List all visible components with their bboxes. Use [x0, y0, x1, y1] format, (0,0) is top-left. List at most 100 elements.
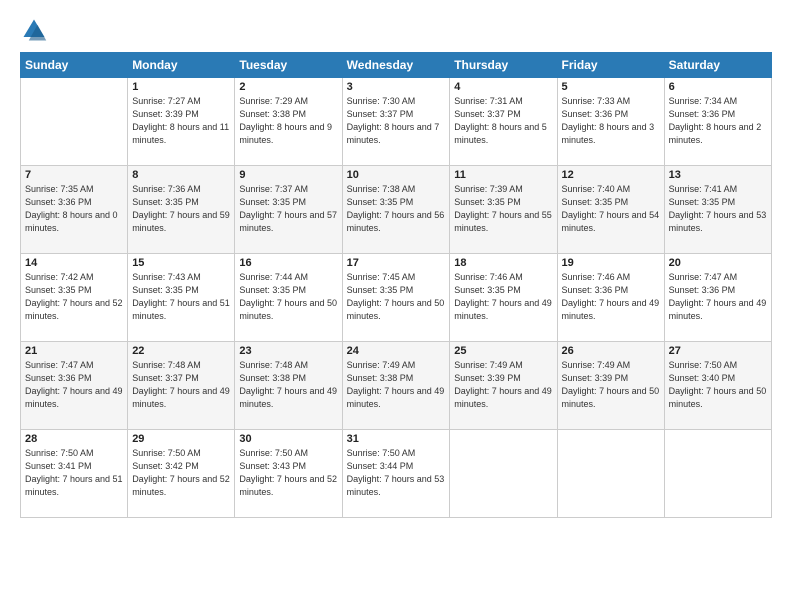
cell-info: Sunrise: 7:35 AMSunset: 3:36 PMDaylight:…	[25, 183, 123, 235]
calendar-cell: 13 Sunrise: 7:41 AMSunset: 3:35 PMDayligh…	[664, 166, 771, 254]
day-number: 21	[25, 345, 123, 357]
cell-info: Sunrise: 7:46 AMSunset: 3:36 PMDaylight:…	[562, 271, 660, 323]
day-number: 28	[25, 433, 123, 445]
cell-info: Sunrise: 7:30 AMSunset: 3:37 PMDaylight:…	[347, 95, 446, 147]
calendar-cell	[450, 430, 557, 518]
day-number: 17	[347, 257, 446, 269]
calendar-cell: 24 Sunrise: 7:49 AMSunset: 3:38 PMDayligh…	[342, 342, 450, 430]
cell-info: Sunrise: 7:41 AMSunset: 3:35 PMDaylight:…	[669, 183, 767, 235]
calendar-cell: 30Sunrise: 7:50 AMSunset: 3:43 PMDayligh…	[235, 430, 342, 518]
cell-info: Sunrise: 7:49 AMSunset: 3:39 PMDaylight:…	[454, 359, 552, 411]
day-number: 12	[562, 169, 660, 181]
day-number: 23	[239, 345, 337, 357]
weekday-header-row: SundayMondayTuesdayWednesdayThursdayFrid…	[21, 53, 772, 78]
calendar-cell: 10 Sunrise: 7:38 AMSunset: 3:35 PMDayligh…	[342, 166, 450, 254]
cell-info: Sunrise: 7:50 AMSunset: 3:40 PMDaylight:…	[669, 359, 767, 411]
weekday-header-wednesday: Wednesday	[342, 53, 450, 78]
day-number: 29	[132, 433, 230, 445]
day-number: 11	[454, 169, 552, 181]
page: SundayMondayTuesdayWednesdayThursdayFrid…	[0, 0, 792, 612]
weekday-header-sunday: Sunday	[21, 53, 128, 78]
day-number: 25	[454, 345, 552, 357]
logo	[20, 16, 52, 44]
calendar-cell: 11 Sunrise: 7:39 AMSunset: 3:35 PMDayligh…	[450, 166, 557, 254]
header	[20, 16, 772, 44]
calendar-cell: 19 Sunrise: 7:46 AMSunset: 3:36 PMDayligh…	[557, 254, 664, 342]
calendar-cell: 6Sunrise: 7:34 AMSunset: 3:36 PMDaylight…	[664, 78, 771, 166]
calendar-cell: 27 Sunrise: 7:50 AMSunset: 3:40 PMDayligh…	[664, 342, 771, 430]
weekday-header-thursday: Thursday	[450, 53, 557, 78]
cell-info: Sunrise: 7:48 AMSunset: 3:38 PMDaylight:…	[239, 359, 337, 411]
calendar-week-2: 7 Sunrise: 7:35 AMSunset: 3:36 PMDaylight…	[21, 166, 772, 254]
calendar-cell: 14Sunrise: 7:42 AMSunset: 3:35 PMDayligh…	[21, 254, 128, 342]
cell-info: Sunrise: 7:45 AMSunset: 3:35 PMDaylight:…	[347, 271, 446, 323]
weekday-header-monday: Monday	[128, 53, 235, 78]
cell-info: Sunrise: 7:50 AMSunset: 3:42 PMDaylight:…	[132, 447, 230, 499]
calendar-table: SundayMondayTuesdayWednesdayThursdayFrid…	[20, 52, 772, 518]
cell-info: Sunrise: 7:47 AMSunset: 3:36 PMDaylight:…	[669, 271, 767, 323]
day-number: 2	[239, 81, 337, 93]
cell-info: Sunrise: 7:43 AMSunset: 3:35 PMDaylight:…	[132, 271, 230, 323]
calendar-cell: 20Sunrise: 7:47 AMSunset: 3:36 PMDayligh…	[664, 254, 771, 342]
calendar-cell: 23 Sunrise: 7:48 AMSunset: 3:38 PMDayligh…	[235, 342, 342, 430]
cell-info: Sunrise: 7:36 AMSunset: 3:35 PMDaylight:…	[132, 183, 230, 235]
calendar-cell: 28 Sunrise: 7:50 AMSunset: 3:41 PMDayligh…	[21, 430, 128, 518]
calendar-cell: 2 Sunrise: 7:29 AMSunset: 3:38 PMDaylight…	[235, 78, 342, 166]
cell-info: Sunrise: 7:31 AMSunset: 3:37 PMDaylight:…	[454, 95, 552, 147]
cell-info: Sunrise: 7:39 AMSunset: 3:35 PMDaylight:…	[454, 183, 552, 235]
cell-info: Sunrise: 7:29 AMSunset: 3:38 PMDaylight:…	[239, 95, 337, 147]
day-number: 24	[347, 345, 446, 357]
cell-info: Sunrise: 7:40 AMSunset: 3:35 PMDaylight:…	[562, 183, 660, 235]
cell-info: Sunrise: 7:49 AMSunset: 3:39 PMDaylight:…	[562, 359, 660, 411]
calendar-week-4: 21 Sunrise: 7:47 AMSunset: 3:36 PMDayligh…	[21, 342, 772, 430]
cell-info: Sunrise: 7:48 AMSunset: 3:37 PMDaylight:…	[132, 359, 230, 411]
day-number: 8	[132, 169, 230, 181]
day-number: 7	[25, 169, 123, 181]
calendar-cell: 25 Sunrise: 7:49 AMSunset: 3:39 PMDayligh…	[450, 342, 557, 430]
calendar-cell: 7 Sunrise: 7:35 AMSunset: 3:36 PMDaylight…	[21, 166, 128, 254]
day-number: 26	[562, 345, 660, 357]
cell-info: Sunrise: 7:33 AMSunset: 3:36 PMDaylight:…	[562, 95, 660, 147]
cell-info: Sunrise: 7:50 AMSunset: 3:41 PMDaylight:…	[25, 447, 123, 499]
cell-info: Sunrise: 7:50 AMSunset: 3:44 PMDaylight:…	[347, 447, 446, 499]
day-number: 15	[132, 257, 230, 269]
cell-info: Sunrise: 7:27 AMSunset: 3:39 PMDaylight:…	[132, 95, 230, 147]
day-number: 10	[347, 169, 446, 181]
calendar-cell	[664, 430, 771, 518]
cell-info: Sunrise: 7:49 AMSunset: 3:38 PMDaylight:…	[347, 359, 446, 411]
calendar-cell: 29 Sunrise: 7:50 AMSunset: 3:42 PMDayligh…	[128, 430, 235, 518]
calendar-cell: 9Sunrise: 7:37 AMSunset: 3:35 PMDaylight…	[235, 166, 342, 254]
cell-info: Sunrise: 7:34 AMSunset: 3:36 PMDaylight:…	[669, 95, 767, 147]
cell-info: Sunrise: 7:38 AMSunset: 3:35 PMDaylight:…	[347, 183, 446, 235]
calendar-week-3: 14Sunrise: 7:42 AMSunset: 3:35 PMDayligh…	[21, 254, 772, 342]
calendar-cell: 26 Sunrise: 7:49 AMSunset: 3:39 PMDayligh…	[557, 342, 664, 430]
calendar-cell: 16 Sunrise: 7:44 AMSunset: 3:35 PMDayligh…	[235, 254, 342, 342]
cell-info: Sunrise: 7:46 AMSunset: 3:35 PMDaylight:…	[454, 271, 552, 323]
calendar-cell	[557, 430, 664, 518]
day-number: 22	[132, 345, 230, 357]
cell-info: Sunrise: 7:44 AMSunset: 3:35 PMDaylight:…	[239, 271, 337, 323]
day-number: 9	[239, 169, 337, 181]
calendar-cell: 1Sunrise: 7:27 AMSunset: 3:39 PMDaylight…	[128, 78, 235, 166]
day-number: 27	[669, 345, 767, 357]
weekday-header-tuesday: Tuesday	[235, 53, 342, 78]
day-number: 31	[347, 433, 446, 445]
day-number: 19	[562, 257, 660, 269]
calendar-cell: 3 Sunrise: 7:30 AMSunset: 3:37 PMDaylight…	[342, 78, 450, 166]
calendar-cell: 5Sunrise: 7:33 AMSunset: 3:36 PMDaylight…	[557, 78, 664, 166]
day-number: 3	[347, 81, 446, 93]
calendar-week-1: 1Sunrise: 7:27 AMSunset: 3:39 PMDaylight…	[21, 78, 772, 166]
cell-info: Sunrise: 7:42 AMSunset: 3:35 PMDaylight:…	[25, 271, 123, 323]
day-number: 30	[239, 433, 337, 445]
calendar-week-5: 28 Sunrise: 7:50 AMSunset: 3:41 PMDayligh…	[21, 430, 772, 518]
day-number: 16	[239, 257, 337, 269]
day-number: 18	[454, 257, 552, 269]
weekday-header-friday: Friday	[557, 53, 664, 78]
cell-info: Sunrise: 7:47 AMSunset: 3:36 PMDaylight:…	[25, 359, 123, 411]
day-number: 4	[454, 81, 552, 93]
calendar-cell: 21 Sunrise: 7:47 AMSunset: 3:36 PMDayligh…	[21, 342, 128, 430]
calendar-cell: 8 Sunrise: 7:36 AMSunset: 3:35 PMDaylight…	[128, 166, 235, 254]
calendar-cell: 17 Sunrise: 7:45 AMSunset: 3:35 PMDayligh…	[342, 254, 450, 342]
day-number: 13	[669, 169, 767, 181]
calendar-cell: 12 Sunrise: 7:40 AMSunset: 3:35 PMDayligh…	[557, 166, 664, 254]
